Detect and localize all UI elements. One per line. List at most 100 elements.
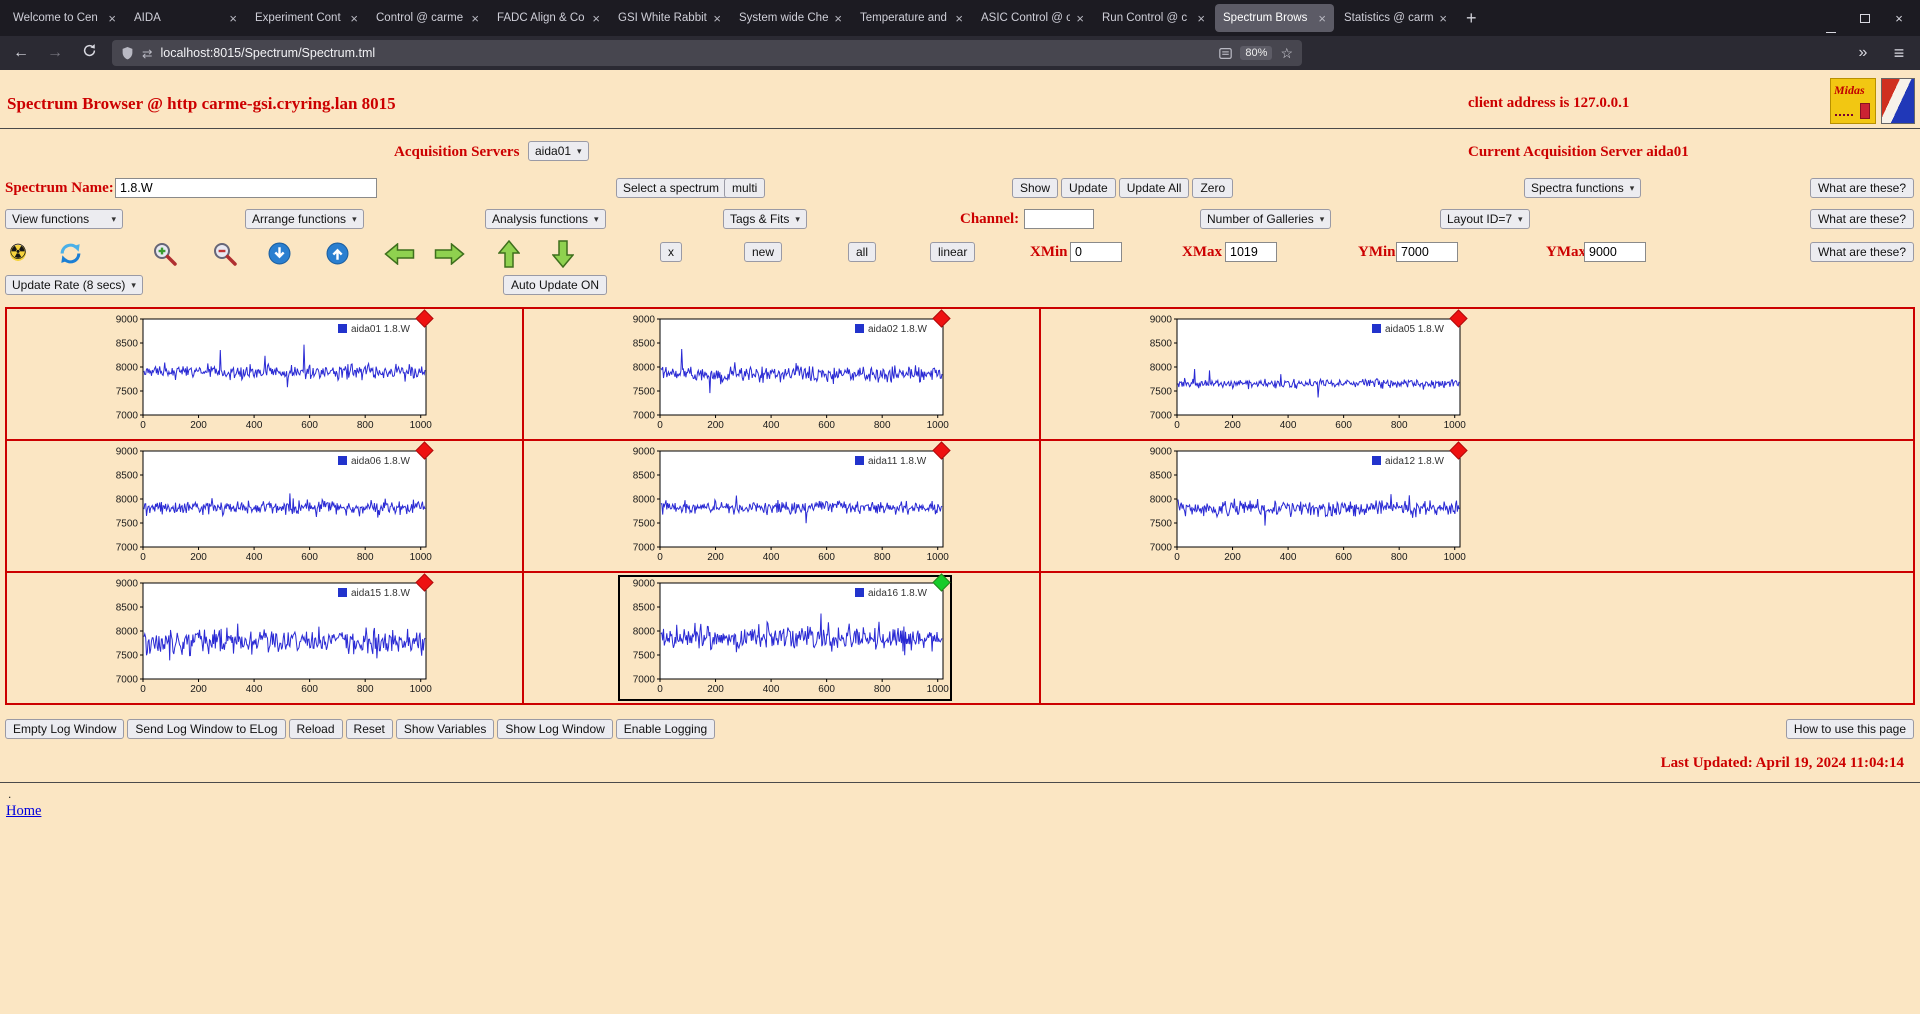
what-are-these-button-2[interactable]: What are these? xyxy=(1809,209,1914,229)
spectrum-canvas[interactable]: 7000 7500 8000 8500 9000 0 200 400 600 800 1000 aid… xyxy=(103,577,433,699)
new-button[interactable]: new xyxy=(744,242,783,262)
browser-tab-9[interactable]: ASIC Control @ c × xyxy=(973,4,1092,32)
shield-icon[interactable] xyxy=(121,46,134,61)
xmax-input[interactable] xyxy=(1225,242,1277,262)
url-text[interactable]: localhost:8015/Spectrum/Spectrum.tml xyxy=(160,46,375,60)
spectrum-name-input[interactable] xyxy=(115,178,377,198)
log-button-empty-log-window[interactable]: Empty Log Window xyxy=(5,719,125,739)
tab-close-icon[interactable]: × xyxy=(1318,11,1326,26)
overflow-chevrons-icon[interactable]: » xyxy=(1852,44,1874,62)
spectrum-plot-aida12[interactable]: 7000 7500 8000 8500 9000 0 200 400 600 800 1000 aid… xyxy=(1137,441,1468,567)
x-button[interactable]: x xyxy=(660,242,682,262)
browser-tab-8[interactable]: Temperature and × xyxy=(852,4,971,32)
log-button-enable-logging[interactable]: Enable Logging xyxy=(615,719,716,739)
zoom-level-badge[interactable]: 80% xyxy=(1240,46,1273,60)
collapse-up-sphere-icon[interactable] xyxy=(326,242,349,265)
view-functions-dropdown[interactable]: View functions ▾ xyxy=(5,209,123,229)
xmin-input[interactable] xyxy=(1070,242,1122,262)
browser-tab-10[interactable]: Run Control @ c × xyxy=(1094,4,1213,32)
forward-button[interactable]: → xyxy=(44,44,66,62)
back-button[interactable]: ← xyxy=(10,44,32,62)
channel-input[interactable] xyxy=(1024,209,1094,229)
menu-hamburger-icon[interactable]: ≡ xyxy=(1888,43,1910,64)
spectrum-plot-aida02[interactable]: 7000 7500 8000 8500 9000 0 200 400 600 800 1000 aid… xyxy=(620,309,951,435)
spectrum-plot-aida11[interactable]: 7000 7500 8000 8500 9000 0 200 400 600 800 1000 aid… xyxy=(620,441,951,567)
browser-tab-5[interactable]: FADC Align & Co × xyxy=(489,4,608,32)
browser-tab-11[interactable]: Spectrum Brows × xyxy=(1215,4,1334,32)
tab-close-icon[interactable]: × xyxy=(229,11,237,26)
spectrum-canvas[interactable]: 7000 7500 8000 8500 9000 0 200 400 600 800 1000 aid… xyxy=(620,313,950,435)
spectrum-canvas[interactable]: 7000 7500 8000 8500 9000 0 200 400 600 800 1000 aid… xyxy=(103,445,433,567)
update-button[interactable]: Update xyxy=(1061,178,1116,198)
log-button-show-variables[interactable]: Show Variables xyxy=(395,719,495,739)
home-link[interactable]: Home xyxy=(6,803,41,820)
acquisition-server-select[interactable]: aida01 ▾ xyxy=(528,141,589,161)
spectra-functions-dropdown[interactable]: Spectra functions ▾ xyxy=(1524,178,1642,198)
arrow-right-icon[interactable] xyxy=(434,243,465,265)
reader-mode-icon[interactable] xyxy=(1219,47,1233,60)
spectrum-canvas[interactable]: 7000 7500 8000 8500 9000 0 200 400 600 800 1000 aid… xyxy=(620,445,950,567)
zoom-out-icon[interactable] xyxy=(212,241,238,267)
spectrum-plot-aida01[interactable]: 7000 7500 8000 8500 9000 0 200 400 600 800 1000 aid… xyxy=(103,309,434,435)
tab-close-icon[interactable]: × xyxy=(1197,11,1205,26)
radiation-icon[interactable]: ☢ xyxy=(6,241,30,265)
tab-close-icon[interactable]: × xyxy=(713,11,721,26)
spectrum-plot-aida06[interactable]: 7000 7500 8000 8500 9000 0 200 400 600 800 1000 aid… xyxy=(103,441,434,567)
url-bar[interactable]: ⇄ localhost:8015/Spectrum/Spectrum.tml 8… xyxy=(112,40,1302,66)
arrange-functions-dropdown[interactable]: Arrange functions ▾ xyxy=(245,209,364,229)
minimize-button[interactable] xyxy=(1814,3,1848,33)
linear-button[interactable]: linear xyxy=(930,242,976,262)
log-button-reset[interactable]: Reset xyxy=(345,719,393,739)
spectrum-canvas[interactable]: 7000 7500 8000 8500 9000 0 200 400 600 800 1000 aid… xyxy=(1137,445,1467,567)
bookmark-star-icon[interactable]: ☆ xyxy=(1280,45,1293,62)
expand-down-sphere-icon[interactable] xyxy=(268,242,291,265)
all-button[interactable]: all xyxy=(848,242,877,262)
browser-tab-4[interactable]: Control @ carme × xyxy=(368,4,487,32)
new-tab-button[interactable]: + xyxy=(1456,8,1487,29)
what-are-these-button-3[interactable]: What are these? xyxy=(1809,242,1914,262)
browser-tab-12[interactable]: Statistics @ carm × xyxy=(1336,4,1455,32)
log-button-reload[interactable]: Reload xyxy=(288,719,343,739)
arrow-down-icon[interactable] xyxy=(552,240,574,268)
tab-close-icon[interactable]: × xyxy=(471,11,479,26)
browser-tab-7[interactable]: System wide Che × xyxy=(731,4,850,32)
zero-button[interactable]: Zero xyxy=(1192,178,1234,198)
ymin-input[interactable] xyxy=(1396,242,1458,262)
spectrum-plot-aida05[interactable]: 7000 7500 8000 8500 9000 0 200 400 600 800 1000 aid… xyxy=(1137,309,1468,435)
tab-close-icon[interactable]: × xyxy=(592,11,600,26)
log-button-show-log-window[interactable]: Show Log Window xyxy=(497,719,613,739)
tab-close-icon[interactable]: × xyxy=(1439,11,1447,26)
log-button-send-log-window-to-elog[interactable]: Send Log Window to ELog xyxy=(127,719,286,739)
multi-button[interactable]: multi xyxy=(724,178,766,198)
auto-update-button[interactable]: Auto Update ON xyxy=(503,275,608,295)
select-spectrum-dropdown[interactable]: Select a spectrum▾ xyxy=(616,178,737,198)
spectrum-canvas[interactable]: 7000 7500 8000 8500 9000 0 200 400 600 800 1000 aid… xyxy=(1137,313,1467,435)
spectrum-plot-aida16[interactable]: 7000 7500 8000 8500 9000 0 200 400 600 800 1000 aid… xyxy=(618,573,953,701)
browser-tab-3[interactable]: Experiment Cont × xyxy=(247,4,366,32)
layout-id-dropdown[interactable]: Layout ID=7 ▾ xyxy=(1440,209,1530,229)
update-rate-dropdown[interactable]: Update Rate (8 secs) ▾ xyxy=(5,275,143,295)
zoom-in-icon[interactable] xyxy=(152,241,178,267)
tab-close-icon[interactable]: × xyxy=(108,11,116,26)
connection-icon[interactable]: ⇄ xyxy=(142,46,152,61)
browser-tab-2[interactable]: AIDA × xyxy=(126,4,245,32)
spectrum-canvas[interactable]: 7000 7500 8000 8500 9000 0 200 400 600 800 1000 aid… xyxy=(620,577,950,699)
analysis-functions-dropdown[interactable]: Analysis functions ▾ xyxy=(485,209,606,229)
tab-close-icon[interactable]: × xyxy=(955,11,963,26)
show-button[interactable]: Show xyxy=(1012,178,1059,198)
arrow-left-icon[interactable] xyxy=(384,243,415,265)
arrow-up-icon[interactable] xyxy=(498,240,520,268)
ymax-input[interactable] xyxy=(1584,242,1646,262)
spectrum-plot-aida15[interactable]: 7000 7500 8000 8500 9000 0 200 400 600 800 1000 aid… xyxy=(103,573,434,699)
tab-close-icon[interactable]: × xyxy=(834,11,842,26)
tab-close-icon[interactable]: × xyxy=(350,11,358,26)
spectrum-canvas[interactable]: 7000 7500 8000 8500 9000 0 200 400 600 800 1000 aid… xyxy=(103,313,433,435)
number-of-galleries-dropdown[interactable]: Number of Galleries ▾ xyxy=(1200,209,1332,229)
tags-fits-dropdown[interactable]: Tags & Fits ▾ xyxy=(723,209,807,229)
what-are-these-button-1[interactable]: What are these? xyxy=(1809,178,1914,198)
how-to-use-button[interactable]: How to use this page xyxy=(1785,719,1914,739)
reload-icon[interactable] xyxy=(78,43,100,63)
browser-tab-1[interactable]: Welcome to Cen × xyxy=(5,4,124,32)
tab-close-icon[interactable]: × xyxy=(1076,11,1084,26)
browser-tab-6[interactable]: GSI White Rabbit × xyxy=(610,4,729,32)
